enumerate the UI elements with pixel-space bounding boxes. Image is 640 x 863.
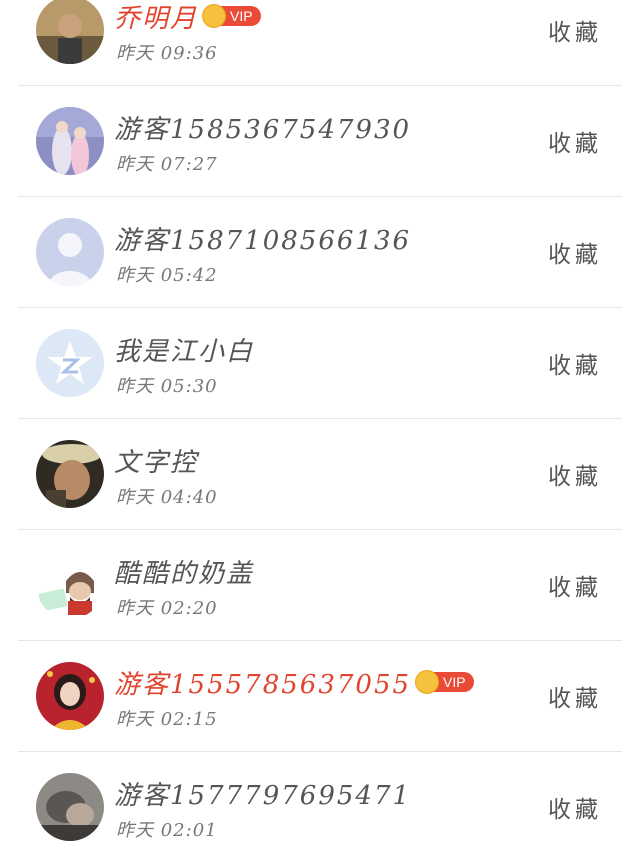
user-name[interactable]: 游客1585367547930 bbox=[114, 109, 411, 146]
avatar[interactable] bbox=[36, 662, 104, 730]
visit-time: 昨天 09:36 bbox=[116, 43, 218, 64]
avatar[interactable] bbox=[36, 0, 104, 64]
visit-time: 昨天 05:30 bbox=[116, 376, 218, 397]
list-item[interactable]: 游客1585367547930 昨天 07:27 收藏 bbox=[0, 86, 640, 197]
cartoon-avatar[interactable] bbox=[36, 551, 104, 619]
list-item[interactable]: 我是江小白 昨天 05:30 收藏 bbox=[0, 308, 640, 419]
collect-button[interactable]: 收藏 bbox=[548, 346, 602, 380]
collect-button[interactable]: 收藏 bbox=[548, 124, 602, 158]
collect-button[interactable]: 收藏 bbox=[548, 13, 602, 47]
user-name[interactable]: 文字控 bbox=[114, 442, 198, 479]
name-line: 我是江小白 bbox=[114, 330, 254, 368]
collect-button[interactable]: 收藏 bbox=[548, 235, 602, 269]
vip-badge: VIP bbox=[202, 4, 261, 28]
list-item[interactable]: 乔明月 VIP 昨天 09:36 收藏 bbox=[0, 0, 640, 86]
user-name[interactable]: 游客1555785637055 bbox=[114, 664, 411, 701]
list-item[interactable]: 文字控 昨天 04:40 收藏 bbox=[0, 419, 640, 530]
collect-button[interactable]: 收藏 bbox=[548, 790, 602, 824]
list-item[interactable]: 游客1555785637055 VIP 昨天 02:15 收藏 bbox=[0, 641, 640, 752]
name-line: 游客1587108566136 bbox=[114, 219, 411, 257]
list-item[interactable]: 酷酷的奶盖 昨天 02:20 收藏 bbox=[0, 530, 640, 641]
crown-icon bbox=[415, 670, 440, 694]
visit-time: 昨天 07:27 bbox=[116, 154, 218, 175]
visit-time: 昨天 02:01 bbox=[116, 820, 218, 841]
name-line: 游客1555785637055 VIP bbox=[114, 663, 474, 701]
avatar[interactable] bbox=[36, 773, 104, 841]
crown-icon bbox=[202, 4, 227, 28]
vip-badge: VIP bbox=[415, 670, 474, 694]
default-person-avatar[interactable] bbox=[36, 218, 104, 286]
name-line: 游客1585367547930 bbox=[114, 108, 411, 146]
user-name[interactable]: 酷酷的奶盖 bbox=[114, 553, 254, 590]
list-item[interactable]: 游客1577797695471 昨天 02:01 收藏 bbox=[0, 752, 640, 863]
visit-time: 昨天 05:42 bbox=[116, 265, 218, 286]
user-name[interactable]: 乔明月 bbox=[114, 0, 198, 35]
visitor-list: 乔明月 VIP 昨天 09:36 收藏 游客1585367547930 昨天 0… bbox=[0, 0, 640, 861]
avatar[interactable] bbox=[36, 440, 104, 508]
visit-time: 昨天 04:40 bbox=[116, 487, 218, 508]
name-line: 游客1577797695471 bbox=[114, 774, 411, 812]
list-item[interactable]: 游客1587108566136 昨天 05:42 收藏 bbox=[0, 197, 640, 308]
visit-time: 昨天 02:15 bbox=[116, 709, 218, 730]
name-line: 乔明月 VIP bbox=[114, 0, 261, 35]
name-line: 文字控 bbox=[114, 441, 198, 479]
user-name[interactable]: 游客1587108566136 bbox=[114, 220, 411, 257]
user-name[interactable]: 我是江小白 bbox=[114, 331, 254, 368]
user-name[interactable]: 游客1577797695471 bbox=[114, 775, 411, 812]
name-line: 酷酷的奶盖 bbox=[114, 552, 254, 590]
collect-button[interactable]: 收藏 bbox=[548, 679, 602, 713]
visit-time: 昨天 02:20 bbox=[116, 598, 218, 619]
collect-button[interactable]: 收藏 bbox=[548, 457, 602, 491]
qzone-star-avatar[interactable] bbox=[36, 329, 104, 397]
collect-button[interactable]: 收藏 bbox=[548, 568, 602, 602]
avatar[interactable] bbox=[36, 107, 104, 175]
